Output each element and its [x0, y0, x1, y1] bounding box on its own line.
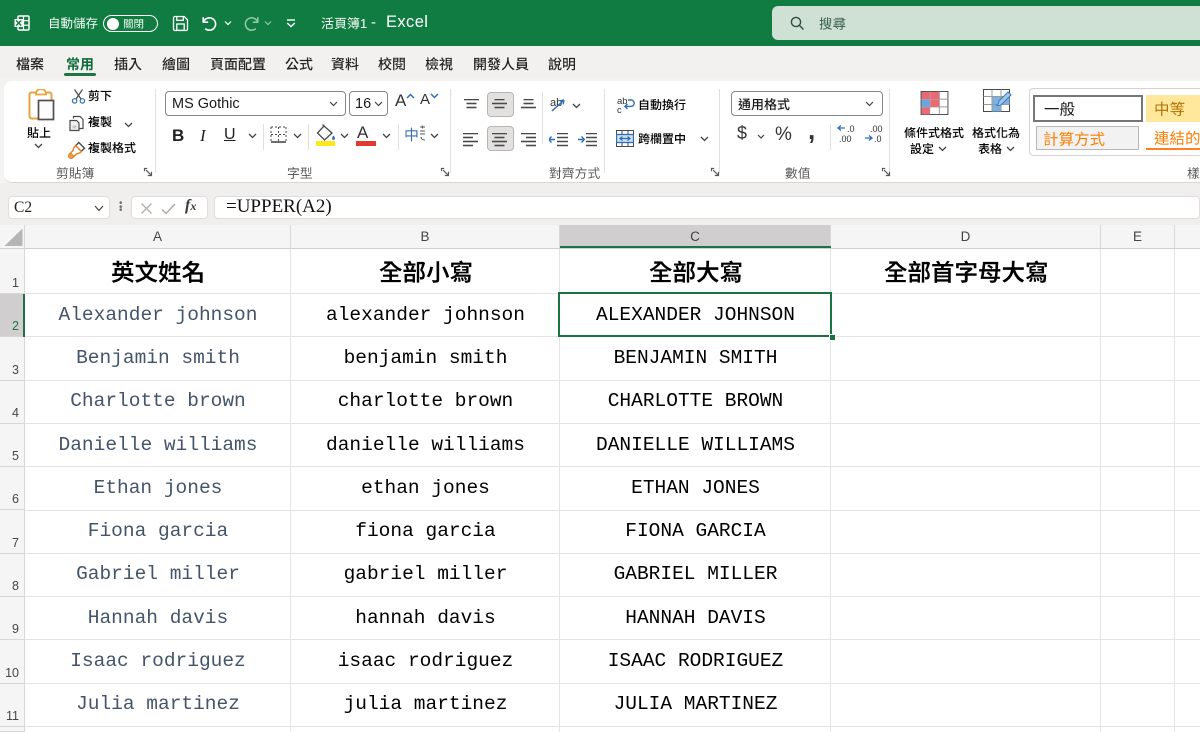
svg-text:.0: .0	[847, 124, 855, 134]
svg-text:.00: .00	[870, 124, 883, 134]
svg-text:1: 1	[360, 16, 367, 31]
svg-text:c: c	[617, 105, 622, 115]
svg-text:.00: .00	[839, 134, 852, 144]
svg-text:.0: .0	[874, 134, 882, 144]
